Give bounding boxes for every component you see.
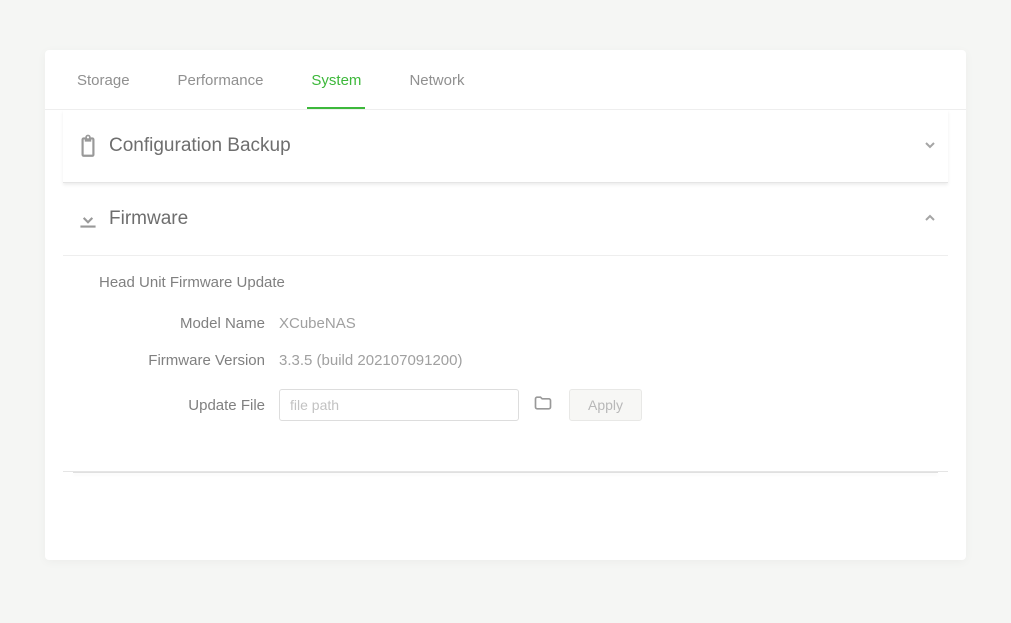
chevron-down-icon <box>922 137 938 156</box>
firmware-subheading: Head Unit Firmware Update <box>99 274 938 291</box>
apply-button[interactable]: Apply <box>569 389 642 421</box>
firmware-body: Head Unit Firmware Update Model Name XCu… <box>63 255 948 471</box>
tab-system[interactable]: System <box>307 50 365 109</box>
section-header-config-backup[interactable]: Configuration Backup <box>63 110 948 182</box>
label-model-name: Model Name <box>99 315 279 332</box>
label-update-file: Update File <box>99 397 279 414</box>
update-file-input[interactable] <box>279 389 519 421</box>
download-icon <box>73 205 103 233</box>
section-title-config-backup: Configuration Backup <box>109 135 922 157</box>
clipboard-icon <box>73 132 103 160</box>
section-firmware: Firmware Head Unit Firmware Update Model… <box>63 183 948 472</box>
folder-icon <box>533 393 553 418</box>
tabs-bar: Storage Performance System Network <box>45 50 966 110</box>
chevron-up-icon <box>922 210 938 229</box>
label-firmware-version: Firmware Version <box>99 352 279 369</box>
value-firmware-version: 3.3.5 (build 202107091200) <box>279 352 463 369</box>
section-header-firmware[interactable]: Firmware <box>63 183 948 255</box>
sections-container: Configuration Backup Firmware <box>45 110 966 473</box>
value-model-name: XCubeNAS <box>279 315 356 332</box>
bottom-divider <box>73 472 938 473</box>
section-title-firmware: Firmware <box>109 208 922 230</box>
row-update-file: Update File Apply <box>99 389 938 421</box>
tab-storage[interactable]: Storage <box>73 50 134 109</box>
row-model-name: Model Name XCubeNAS <box>99 315 938 332</box>
settings-panel: Storage Performance System Network Confi… <box>45 50 966 560</box>
tab-performance[interactable]: Performance <box>174 50 268 109</box>
tab-network[interactable]: Network <box>405 50 468 109</box>
row-firmware-version: Firmware Version 3.3.5 (build 2021070912… <box>99 352 938 369</box>
browse-button[interactable] <box>529 391 557 419</box>
section-config-backup: Configuration Backup <box>63 110 948 183</box>
